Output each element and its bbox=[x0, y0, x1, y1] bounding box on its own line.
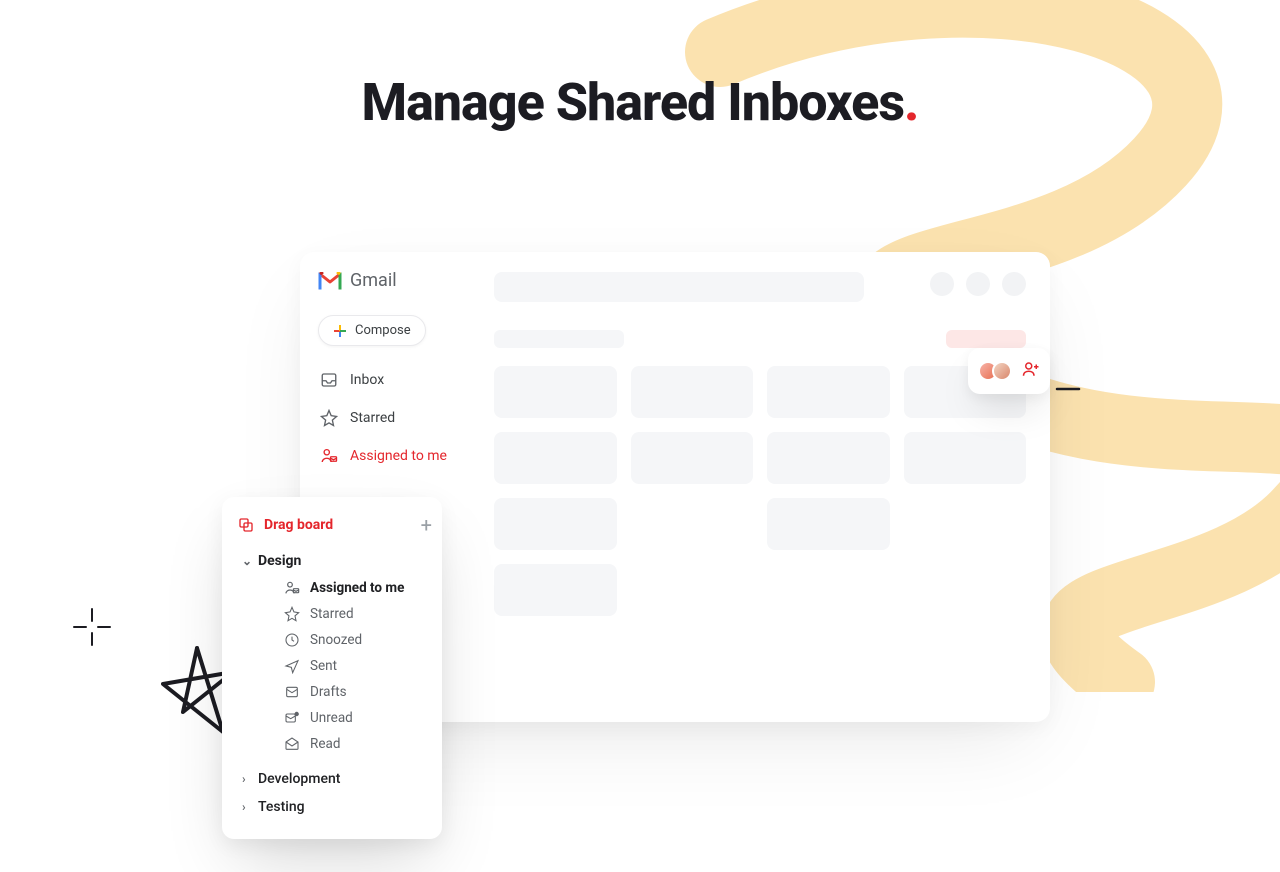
plus-multicolor-icon bbox=[333, 324, 347, 338]
board-item-label: Assigned to me bbox=[310, 580, 404, 596]
add-person-icon[interactable] bbox=[1022, 360, 1040, 382]
card-skeleton[interactable] bbox=[767, 366, 890, 418]
board-item-label: Sent bbox=[310, 658, 337, 674]
avatar bbox=[992, 361, 1012, 381]
board-item-sent[interactable]: Sent bbox=[238, 653, 432, 679]
board-item-label: Unread bbox=[310, 710, 353, 726]
collaborators-card[interactable] bbox=[968, 348, 1050, 394]
chevron-right-icon: › bbox=[242, 800, 246, 814]
column-chip-highlight bbox=[946, 330, 1026, 348]
sidebar-item-inbox[interactable]: Inbox bbox=[318, 366, 458, 394]
drafts-icon bbox=[284, 684, 300, 700]
send-icon bbox=[284, 658, 300, 674]
board-item-drafts[interactable]: Drafts bbox=[238, 679, 432, 705]
board-item-label: Starred bbox=[310, 606, 354, 622]
card-skeleton[interactable] bbox=[631, 432, 754, 484]
drag-board-icon bbox=[238, 517, 254, 533]
board-item-label: Read bbox=[310, 736, 340, 752]
sidebar-label-starred: Starred bbox=[350, 410, 395, 426]
sidebar-item-starred[interactable]: Starred bbox=[318, 404, 458, 432]
brand: Gmail bbox=[318, 270, 458, 291]
star-icon bbox=[284, 606, 300, 622]
header-actions bbox=[930, 272, 1026, 296]
card-skeleton[interactable] bbox=[494, 366, 617, 418]
header-action-dot[interactable] bbox=[966, 272, 990, 296]
compose-button[interactable]: Compose bbox=[318, 315, 426, 346]
compose-label: Compose bbox=[355, 323, 411, 338]
brand-name: Gmail bbox=[350, 270, 397, 291]
chevron-right-icon: › bbox=[242, 772, 246, 786]
board-item-snoozed[interactable]: Snoozed bbox=[238, 627, 432, 653]
drag-board-panel: Drag board + ⌄ Design Assigned to me Sta… bbox=[222, 497, 442, 839]
chevron-down-icon: ⌄ bbox=[242, 554, 252, 568]
column-chip bbox=[494, 330, 624, 348]
board-item-label: Snoozed bbox=[310, 632, 362, 648]
board-section-development[interactable]: › Development bbox=[238, 765, 432, 793]
sidebar-label-assigned: Assigned to me bbox=[350, 448, 447, 464]
header-action-dot[interactable] bbox=[930, 272, 954, 296]
board-section-design[interactable]: ⌄ Design bbox=[238, 547, 432, 575]
unread-icon bbox=[284, 710, 300, 726]
page-headline: Manage Shared Inboxes. bbox=[0, 72, 1280, 133]
card-skeleton[interactable] bbox=[767, 432, 890, 484]
clock-icon bbox=[284, 632, 300, 648]
card-skeleton[interactable] bbox=[904, 432, 1027, 484]
board-item-assigned[interactable]: Assigned to me bbox=[238, 575, 432, 601]
column-header-row bbox=[494, 330, 1026, 348]
avatar-stack bbox=[978, 361, 1012, 381]
search-bar-skeleton[interactable] bbox=[494, 272, 864, 302]
header-action-dot[interactable] bbox=[1002, 272, 1026, 296]
board-section-testing[interactable]: › Testing bbox=[238, 793, 432, 821]
app-main bbox=[470, 252, 1050, 722]
read-icon bbox=[284, 736, 300, 752]
board-item-read[interactable]: Read bbox=[238, 731, 432, 757]
board-item-unread[interactable]: Unread bbox=[238, 705, 432, 731]
section-label: Development bbox=[258, 771, 340, 787]
card-skeleton[interactable] bbox=[494, 564, 617, 616]
card-skeleton[interactable] bbox=[494, 432, 617, 484]
add-board-button[interactable]: + bbox=[421, 513, 432, 537]
gmail-logo-icon bbox=[318, 272, 342, 290]
star-icon bbox=[320, 409, 338, 427]
drag-board-header: Drag board + bbox=[238, 513, 432, 537]
card-skeleton[interactable] bbox=[767, 498, 890, 550]
section-label: Design bbox=[258, 553, 301, 569]
crosshair-doodle bbox=[72, 607, 112, 647]
board-item-starred[interactable]: Starred bbox=[238, 601, 432, 627]
board-item-label: Drafts bbox=[310, 684, 347, 700]
card-skeleton[interactable] bbox=[494, 498, 617, 550]
kanban-grid bbox=[494, 366, 1026, 616]
inbox-icon bbox=[320, 371, 338, 389]
sidebar-item-assigned[interactable]: Assigned to me bbox=[318, 442, 458, 470]
drag-board-title: Drag board bbox=[264, 517, 333, 533]
dash-doodle bbox=[1055, 384, 1081, 394]
card-skeleton[interactable] bbox=[631, 366, 754, 418]
section-label: Testing bbox=[258, 799, 305, 815]
sidebar-label-inbox: Inbox bbox=[350, 372, 384, 388]
assigned-icon bbox=[284, 580, 300, 596]
assigned-icon bbox=[320, 447, 338, 465]
